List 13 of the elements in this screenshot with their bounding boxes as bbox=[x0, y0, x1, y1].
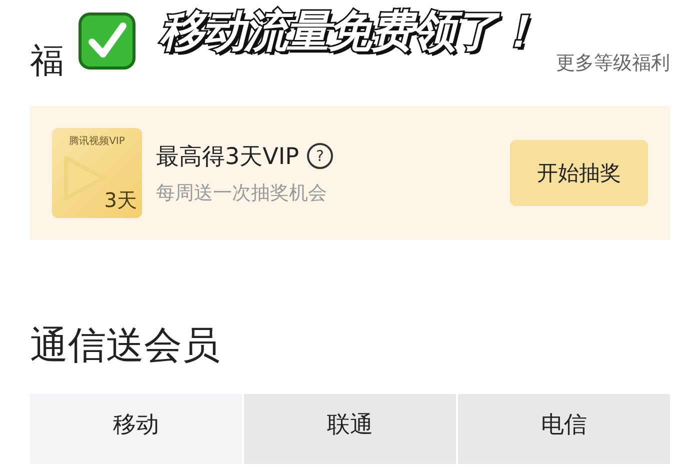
badge-days: 3天 bbox=[104, 187, 137, 214]
badge-title: 腾讯视频VIP bbox=[68, 134, 126, 148]
carrier-tab[interactable]: 电信 bbox=[458, 394, 670, 464]
section-title: 福 bbox=[30, 44, 64, 78]
carrier-tab[interactable]: 联通 bbox=[244, 394, 456, 464]
check-mark-icon bbox=[78, 12, 136, 70]
carrier-tab[interactable]: 移动 bbox=[30, 394, 242, 464]
start-lottery-button[interactable]: 开始抽奖 bbox=[510, 140, 648, 206]
section-title: 通信送会员 bbox=[30, 326, 221, 364]
help-icon[interactable]: ? bbox=[307, 143, 334, 169]
more-benefits-link[interactable]: 更多等级福利 bbox=[556, 50, 670, 76]
lottery-title: 最高得3天VIP bbox=[156, 142, 300, 172]
lottery-subtitle: 每周送一次抽奖机会 bbox=[156, 180, 328, 206]
